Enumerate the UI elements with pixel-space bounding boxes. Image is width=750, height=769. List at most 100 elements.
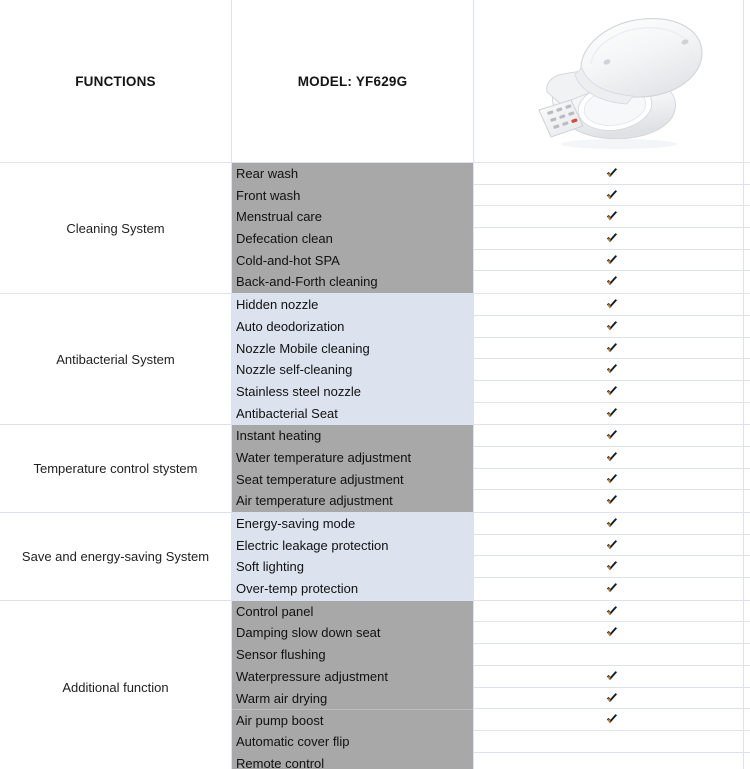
check-icon — [606, 627, 618, 637]
feature-row: Water temperature adjustment — [236, 449, 412, 465]
feature-row: Automatic cover flip — [236, 733, 350, 749]
check-icon — [606, 385, 618, 396]
feature-list-column: Instant heating Water temperature adjustm… — [232, 425, 474, 512]
supported-indicator — [474, 447, 750, 469]
supported-indicator — [474, 490, 750, 512]
spec-sheet-page: FUNCTIONS MODEL: YF629G Cleaning System … — [0, 0, 750, 769]
support-mark-cell — [474, 271, 750, 294]
check-icon — [606, 168, 618, 178]
support-mark-column — [474, 163, 750, 294]
feature-row: Energy-saving mode — [236, 516, 356, 531]
supported-indicator — [474, 535, 750, 557]
feature-row: Hidden nozzle — [236, 297, 319, 313]
table-header: FUNCTIONS MODEL: YF629G — [0, 0, 750, 162]
feature-row: Cold-and-hot SPA — [236, 252, 340, 268]
spec-section: Cleaning System Rear wash Front wash Menstr… — [0, 163, 750, 295]
feature-row: Soft lighting — [236, 559, 304, 575]
supported-indicator — [474, 359, 750, 381]
supported-indicator — [474, 688, 750, 710]
feature-row: Defecation clean — [236, 231, 333, 247]
check-icon — [606, 233, 618, 243]
check-icon — [606, 430, 618, 440]
category-label: Antibacterial System — [56, 351, 175, 367]
check-icon — [606, 211, 618, 221]
header-functions-cell: FUNCTIONS — [0, 0, 232, 162]
category-cell: Temperature control stystem — [0, 425, 232, 512]
feature-row: Air temperature adjustment — [236, 493, 393, 509]
check-icon — [606, 254, 618, 265]
support-mark-cell — [474, 446, 750, 469]
supported-indicator — [474, 206, 750, 228]
feature-row: Auto deodorization — [236, 318, 345, 334]
supported-indicator — [474, 513, 750, 535]
spec-section: Save and energy-saving System Energy-savi… — [0, 513, 750, 601]
header-model-label: MODEL: YF629G — [297, 73, 408, 89]
feature-row: Instant heating — [236, 428, 322, 444]
check-icon — [606, 495, 618, 505]
supported-indicator — [474, 601, 750, 623]
support-mark-cell — [474, 622, 750, 645]
bidet-toilet-seat-icon — [538, 18, 703, 149]
feature-row: Warm air drying — [236, 690, 328, 706]
check-icon — [606, 473, 618, 483]
category-cell: Antibacterial System — [0, 294, 232, 425]
check-icon — [606, 518, 618, 528]
feature-row: Back-and-Forth cleaning — [236, 274, 378, 290]
support-mark-cell — [474, 163, 750, 185]
support-mark-cell — [474, 578, 750, 600]
category-label: Temperature control stystem — [33, 461, 198, 477]
support-mark-cell — [474, 380, 750, 403]
check-icon — [606, 276, 618, 286]
feature-row: Nozzle Mobile cleaning — [236, 340, 370, 356]
support-mark-cell — [474, 665, 750, 688]
supported-indicator — [474, 163, 750, 185]
support-mark-column — [474, 513, 750, 600]
check-icon — [606, 320, 618, 331]
support-mark-cell — [474, 228, 750, 250]
feature-row: Air pump boost — [232, 709, 473, 731]
spec-table-body: Cleaning System Rear wash Front wash Menstr… — [0, 162, 750, 769]
supported-indicator — [474, 294, 750, 316]
spec-section: Temperature control stystem Instant heati… — [0, 425, 750, 513]
check-icon — [606, 451, 618, 462]
supported-indicator — [474, 228, 750, 250]
feature-row: Remote control — [236, 755, 325, 769]
supported-indicator — [474, 338, 750, 360]
feature-row: Control panel — [236, 603, 314, 619]
feature-list-column: Energy-saving mode Electric leakage prote… — [232, 513, 474, 600]
support-mark-cell — [474, 709, 750, 731]
supported-indicator — [474, 666, 750, 688]
check-icon — [606, 342, 618, 352]
supported-indicator — [474, 250, 750, 272]
support-mark-cell — [474, 490, 750, 512]
category-label: Cleaning System — [66, 220, 165, 236]
support-mark-cell — [474, 184, 750, 207]
support-mark-column — [474, 600, 750, 769]
supported-indicator — [474, 622, 750, 644]
check-icon — [606, 561, 618, 571]
spec-section: Antibacterial System Hidden nozzle Auto de… — [0, 294, 750, 426]
supported-indicator — [474, 469, 750, 491]
support-mark-cell — [474, 206, 750, 229]
feature-row: Nozzle self-cleaning — [236, 362, 353, 378]
feature-list-column: Rear wash Front wash Menstrual care Defecat… — [232, 163, 474, 294]
support-mark-cell — [474, 468, 750, 491]
support-mark-column — [474, 294, 750, 425]
check-icon — [606, 605, 618, 616]
feature-row: Stainless steel nozzle — [236, 383, 362, 399]
supported-indicator — [474, 271, 750, 293]
support-mark-cell — [474, 359, 750, 381]
feature-row: Waterpressure adjustment — [236, 668, 388, 684]
feature-row: Sensor flushing — [236, 647, 326, 663]
spec-section: Additional function Control panel Damping … — [0, 600, 750, 769]
feature-list-column: Control panel Damping slow down seat Senso… — [232, 600, 474, 769]
feature-list-column: Hidden nozzle Auto deodorization Nozzle Mo… — [232, 294, 474, 425]
support-mark-cell — [474, 752, 750, 769]
supported-indicator — [474, 185, 750, 207]
support-mark-cell — [474, 513, 750, 535]
header-product-image-cell — [474, 0, 750, 162]
feature-row: Seat temperature adjustment — [236, 471, 404, 487]
feature-row: Menstrual care — [236, 209, 322, 225]
check-icon — [606, 189, 618, 199]
supported-indicator — [474, 425, 750, 447]
